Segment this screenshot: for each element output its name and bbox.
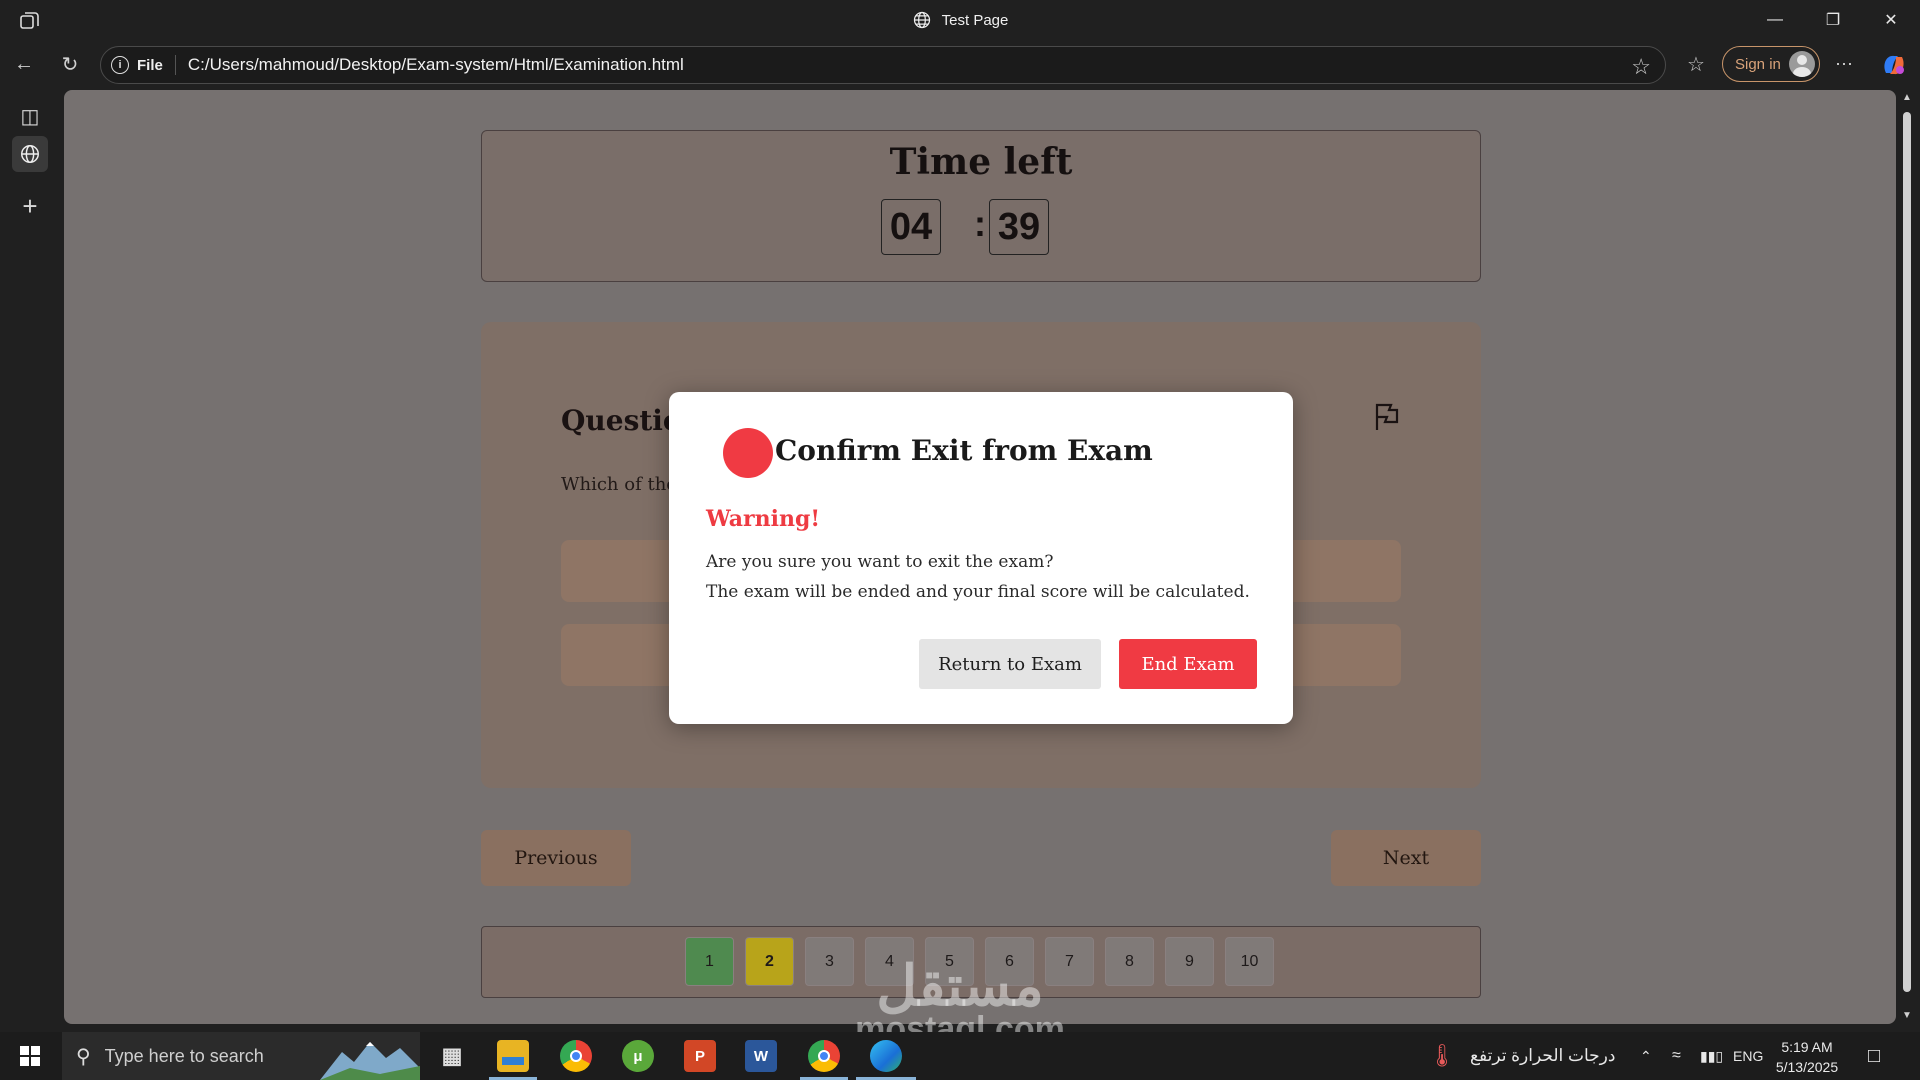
previous-button[interactable]: Previous <box>481 830 631 886</box>
window-title: Test Page <box>0 0 1920 40</box>
title-bar: Test Page — ❐ ✕ <box>0 0 1920 40</box>
window-title-text: Test Page <box>941 11 1009 29</box>
close-button[interactable]: ✕ <box>1862 0 1920 40</box>
restore-button[interactable]: ❐ <box>1804 0 1862 40</box>
exit-confirm-dialog: Confirm Exit from Exam Warning! Are you … <box>669 392 1293 724</box>
address-bar[interactable]: i File C:/Users/mahmoud/Desktop/Exam-sys… <box>100 46 1666 84</box>
search-highlight-icon <box>320 1042 420 1080</box>
watermark-arabic: مستقل <box>876 954 1044 1017</box>
dialog-message-line1: Are you sure you want to exit the exam? <box>706 552 1054 572</box>
scroll-up-icon[interactable]: ▲ <box>1901 92 1913 104</box>
network-icon[interactable]: ≈ <box>1672 1032 1681 1080</box>
copilot-icon[interactable] <box>1880 51 1908 79</box>
windows-start-icon[interactable] <box>20 1046 40 1066</box>
favorite-star-icon[interactable]: ☆ <box>1631 54 1651 80</box>
timer-panel: Time left 04 : 39 <box>481 130 1481 282</box>
timer-minutes: 04 <box>881 199 941 255</box>
end-exam-button[interactable]: End Exam <box>1119 639 1257 689</box>
alert-dot-icon <box>723 428 773 478</box>
new-tab-icon[interactable]: + <box>12 188 48 224</box>
globe-icon <box>913 11 930 29</box>
next-button[interactable]: Next <box>1331 830 1481 886</box>
timer-separator: : <box>974 203 986 244</box>
edge-icon[interactable] <box>870 1040 902 1072</box>
more-menu-icon[interactable]: ⋯ <box>1830 50 1858 78</box>
timer-title: Time left <box>889 141 1073 183</box>
file-explorer-icon[interactable] <box>497 1040 529 1072</box>
scroll-thumb[interactable] <box>1903 112 1911 992</box>
sign-in-label: Sign in <box>1735 55 1781 73</box>
tray-overflow-icon[interactable]: ⌃ <box>1640 1032 1652 1080</box>
page-button[interactable]: 8 <box>1105 937 1154 986</box>
back-icon[interactable]: ← <box>10 50 38 78</box>
avatar-icon <box>1788 51 1815 77</box>
browser-sidebar: ◫ + <box>0 90 60 1032</box>
dialog-message-line2: The exam will be ended and your final sc… <box>706 582 1250 602</box>
active-tab-globe-icon[interactable] <box>12 136 48 172</box>
taskbar-search[interactable]: ⚲ Type here to search <box>62 1032 420 1080</box>
search-placeholder: Type here to search <box>104 1045 264 1066</box>
weather-text: درجات الحرارة ترتفع <box>1469 1046 1616 1065</box>
page-scrollbar[interactable]: ▲ ▼ <box>1900 90 1914 1024</box>
page-button[interactable]: 1 <box>685 937 734 986</box>
minimize-button[interactable]: — <box>1746 0 1804 40</box>
search-icon: ⚲ <box>76 1045 91 1068</box>
task-view-icon[interactable]: ▦ <box>436 1040 468 1072</box>
info-icon[interactable]: i <box>111 56 129 74</box>
timer-seconds: 39 <box>989 199 1049 255</box>
dialog-warning: Warning! <box>706 506 821 532</box>
page-button[interactable]: 10 <box>1225 937 1274 986</box>
battery-icon[interactable]: ▮▮▯ <box>1700 1032 1723 1080</box>
address-scheme: File <box>137 56 163 74</box>
page-button[interactable]: 2 <box>745 937 794 986</box>
utorrent-icon[interactable]: μ <box>622 1040 654 1072</box>
refresh-icon[interactable]: ↻ <box>56 50 84 78</box>
powerpoint-icon[interactable]: P <box>684 1040 716 1072</box>
flag-icon[interactable] <box>1373 402 1401 432</box>
favorites-icon[interactable]: ☆ <box>1682 50 1710 78</box>
language-indicator[interactable]: ENG <box>1733 1032 1763 1080</box>
page-button[interactable]: 9 <box>1165 937 1214 986</box>
thermometer-icon: 🌡 <box>1428 1043 1456 1068</box>
taskbar-clock[interactable]: 5:19 AM 5/13/2025 <box>1770 1037 1844 1077</box>
clock-date: 5/13/2025 <box>1775 1059 1839 1075</box>
chrome-icon[interactable] <box>560 1040 592 1072</box>
return-to-exam-button[interactable]: Return to Exam <box>919 639 1101 689</box>
taskbar: ⚲ Type here to search ▦ μ P W 🌡 درجات ال… <box>0 1032 1920 1080</box>
clock-time: 5:19 AM <box>1781 1039 1833 1055</box>
tab-actions-icon[interactable]: ◫ <box>12 98 48 134</box>
weather-widget[interactable]: 🌡 درجات الحرارة ترتفع <box>1428 1032 1615 1080</box>
navigation-bar: ← ↻ i File C:/Users/mahmoud/Desktop/Exam… <box>0 42 1920 86</box>
word-icon[interactable]: W <box>745 1040 777 1072</box>
address-separator <box>174 55 176 75</box>
address-url[interactable]: C:/Users/mahmoud/Desktop/Exam-system/Htm… <box>188 55 684 75</box>
sign-in-button[interactable]: Sign in <box>1722 46 1820 82</box>
notifications-icon[interactable]: □ <box>1868 1032 1880 1080</box>
dialog-title: Confirm Exit from Exam <box>775 434 1153 467</box>
scroll-down-icon[interactable]: ▼ <box>1901 1010 1913 1022</box>
chrome-profile-icon[interactable] <box>808 1040 840 1072</box>
